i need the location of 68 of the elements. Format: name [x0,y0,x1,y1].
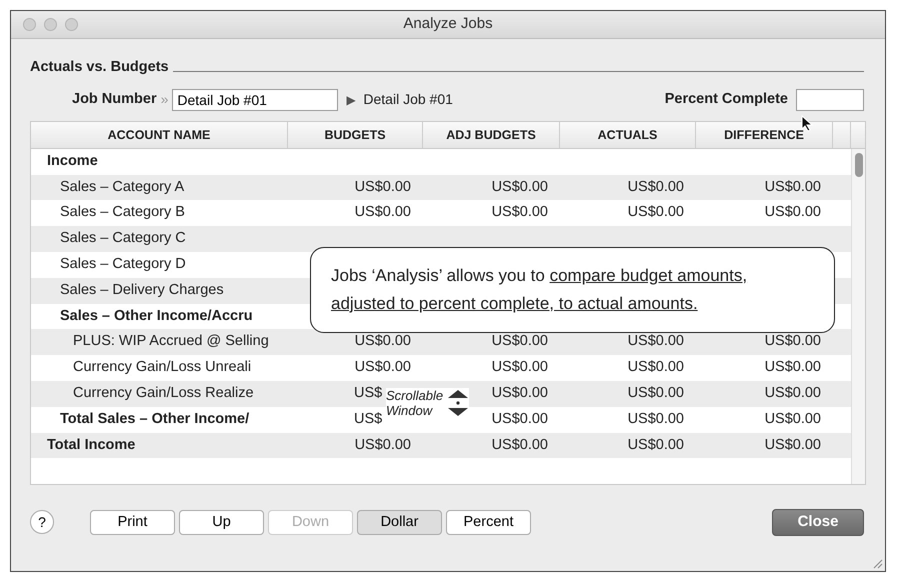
account-name-cell-text: Income [46,152,99,171]
amount-cell: US$0.00 [354,436,411,453]
amount-cell: US$0.00 [628,410,684,427]
amount-cell: US$0.00 [628,178,684,195]
amount-cell: US$0.00 [492,333,548,350]
amount-cell: US$0.00 [492,436,548,453]
amount-cell: US$0.00 [354,204,411,220]
scrollable-window-note: Scrollable Window [386,388,444,418]
toolbar-button[interactable]: Dollar [357,510,442,535]
account-name-cell-text: Sales – Category D [59,254,187,274]
amount-cell: US$0.00 [492,178,548,195]
account-name-cell-text: Sales – Category C [59,229,187,248]
scroll-bar[interactable] [851,148,865,484]
toolbar-button[interactable]: Print [90,510,175,535]
column-header[interactable]: BUDGETS [288,122,423,148]
column-header[interactable]: ACTUALS [560,122,696,148]
job-number-field[interactable]: Detail Job #01 [172,88,338,111]
toolbar-button[interactable]: Percent [446,510,531,535]
amount-cell: US$0.00 [492,204,548,220]
account-name-cell-text: Total Income [46,436,136,455]
amount-cell: US$0.00 [764,359,821,376]
account-name-cell-text: Sales – Category B [59,203,186,222]
amount-cell: US$0.00 [628,204,684,220]
up-down-arrows-icon [447,388,470,418]
amount-cell: US$0.00 [764,410,821,427]
amount-cell: US$0.00 [492,410,548,427]
help-button[interactable]: ? [30,510,54,534]
amount-cell: US$0.00 [764,204,821,220]
field-label: Percent Complete [664,90,788,109]
window-control-button[interactable] [23,18,36,31]
amount-cell: US$0.00 [354,359,411,376]
amount-cell: US$0.00 [764,384,821,401]
window-title: Analyze Jobs [403,14,493,34]
window-control-button[interactable] [44,18,57,31]
section-title: Actuals vs. Budgets [30,58,169,77]
amount-cell: US$0.00 [764,436,821,453]
account-name-cell-text: Sales – Other Income/Accru [59,306,254,326]
amount-cell: US$0.00 [628,359,684,376]
window-control-button[interactable] [65,18,78,31]
amount-cell: US$0.00 [628,436,684,453]
column-header[interactable]: ACCOUNT NAME [31,122,288,148]
account-name-cell-text: Total Sales – Other Income/ [59,410,250,429]
arrow-label: ▶ [346,92,356,109]
mouse-pointer-icon [801,115,813,132]
chevron-label: » [160,90,168,110]
field-label: Job Number [72,90,157,109]
account-name-cell-text: Sales – Category A [59,178,186,197]
amount-cell: US$0.00 [764,178,821,195]
account-name-cell-text: Currency Gain/Loss Unreali [72,358,252,378]
job-name-text: Detail Job #01 [363,90,453,110]
resize-grip-icon [871,557,883,569]
account-name-cell-text: PLUS: WIP Accrued @ Selling [72,332,270,352]
amount-cell: US$ [354,410,382,427]
amount-cell: US$0.00 [354,333,411,350]
account-name-cell-text: Currency Gain/Loss Realize [72,384,255,403]
close-button[interactable]: Close [772,508,864,536]
callout-text: Jobs ‘Analysis’ allows you to compare budget amounts, adjusted to percent complete, to actual amounts. [310,246,835,333]
toolbar-button[interactable]: Up [179,510,264,535]
amount-cell: US$0.00 [628,333,684,350]
amount-cell: US$0.00 [492,384,548,401]
amount-cell: US$0.00 [628,384,684,401]
column-header[interactable]: ADJ BUDGETS [423,122,560,148]
amount-cell: US$0.00 [492,359,548,376]
amount-cell: US$ [354,384,382,401]
amount-cell: US$0.00 [764,333,821,350]
account-name-cell-text: Sales – Delivery Charges [59,280,225,300]
amount-cell: US$0.00 [354,178,411,195]
percent-complete-field[interactable] [796,88,864,111]
